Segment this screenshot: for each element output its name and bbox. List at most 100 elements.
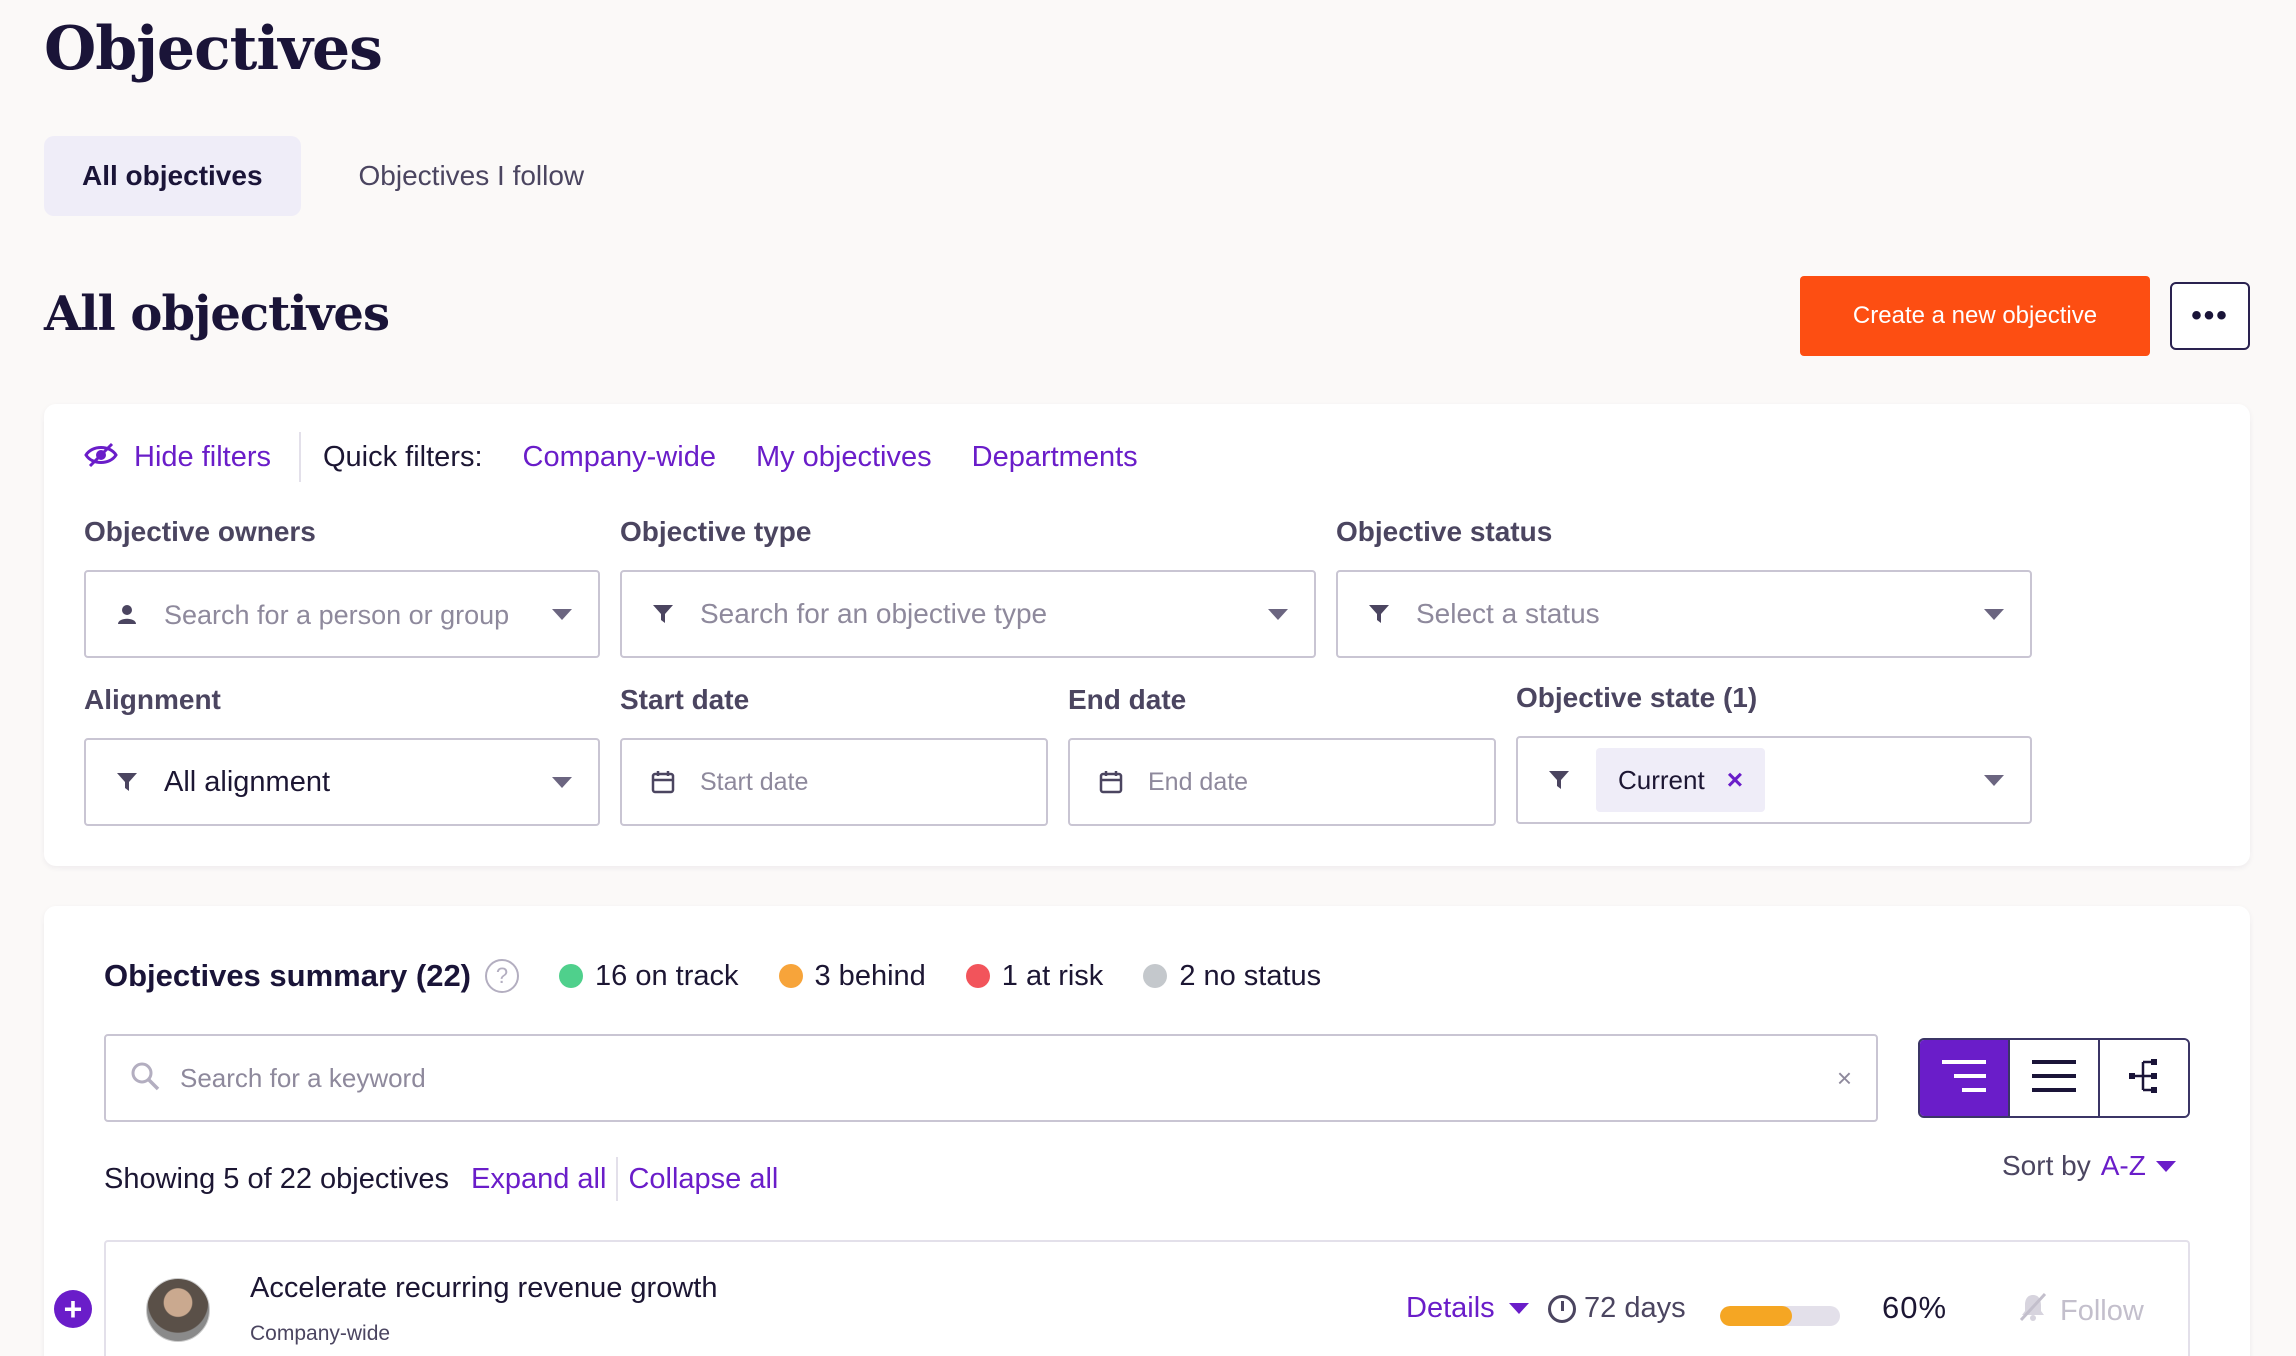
objective-state-label: Objective state (1): [1516, 682, 1758, 713]
showing-row: Showing 5 of 22 objectives Expand all Co…: [104, 1154, 778, 1204]
stat-behind: 3 behind: [778, 959, 926, 993]
tree-view-button[interactable]: [1920, 1040, 2010, 1116]
divider: [616, 1157, 619, 1201]
sort-control[interactable]: Sort by A-Z: [2002, 1150, 2176, 1182]
quick-filters-row: Hide filters Quick filters: Company-wide…: [84, 432, 1178, 482]
stat-label: 3 behind: [814, 959, 926, 992]
create-objective-button[interactable]: Create a new objective: [1800, 276, 2150, 356]
objective-owners-select[interactable]: Search for a person or group: [84, 570, 600, 658]
quick-filter-my-objectives[interactable]: My objectives: [756, 441, 932, 474]
hide-filters-button[interactable]: Hide filters: [84, 432, 301, 482]
alignment-value: All alignment: [164, 765, 331, 798]
stat-label: 1 at risk: [1001, 959, 1104, 992]
objective-row[interactable]: Accelerate recurring revenue growth Comp…: [104, 1240, 2190, 1356]
end-date-placeholder: End date: [1148, 768, 1249, 796]
search-placeholder: Search for a keyword: [180, 1062, 426, 1093]
view-toggle-group: [1918, 1038, 2190, 1118]
summary-title: Objectives summary (22): [104, 958, 472, 993]
objective-title[interactable]: Accelerate recurring revenue growth: [250, 1272, 717, 1305]
tab-bar: All objectives Objectives I follow: [44, 136, 622, 216]
objective-owners-placeholder: Search for a person or group: [164, 600, 510, 630]
days-remaining: 72 days: [1548, 1292, 1686, 1325]
showing-count: Showing 5 of 22 objectives: [104, 1162, 449, 1195]
hierarchy-view-button[interactable]: [2100, 1040, 2188, 1116]
progress-fill: [1720, 1306, 1792, 1326]
hierarchy-view-icon: [2127, 1056, 2161, 1101]
objective-owners-label: Objective owners: [84, 516, 316, 547]
help-icon[interactable]: ?: [485, 959, 520, 993]
start-date-label: Start date: [620, 684, 750, 715]
tree-view-icon: [1940, 1056, 1988, 1101]
search-icon: [130, 1061, 160, 1096]
end-date-label: End date: [1068, 684, 1187, 715]
page-title: Objectives: [44, 14, 383, 84]
calendar-icon: [1096, 770, 1126, 794]
filter-icon: [1364, 603, 1394, 625]
list-view-button[interactable]: [2010, 1040, 2100, 1116]
objective-subtitle: Company-wide: [250, 1322, 391, 1345]
bell-slash-icon: [2018, 1292, 2048, 1330]
remove-chip-icon[interactable]: ×: [1727, 764, 1743, 796]
list-view-icon: [2030, 1056, 2078, 1101]
state-chip-label: Current: [1618, 764, 1705, 795]
progress-percent: 60%: [1882, 1290, 1948, 1325]
objective-type-select[interactable]: Search for an objective type: [620, 570, 1316, 658]
stat-label: 2 no status: [1179, 959, 1322, 992]
expand-row-button[interactable]: +: [54, 1290, 92, 1328]
objective-status-label: Objective status: [1336, 516, 1553, 547]
stat-on-track: 16 on track: [559, 959, 739, 993]
expand-all-link[interactable]: Expand all: [471, 1163, 606, 1196]
objective-status-select[interactable]: Select a status: [1336, 570, 2032, 658]
end-date-field[interactable]: End date: [1068, 738, 1496, 826]
stat-no-status: 2 no status: [1143, 960, 1321, 993]
hide-filters-label: Hide filters: [134, 440, 271, 473]
tab-all-objectives[interactable]: All objectives: [44, 136, 301, 216]
chevron-down-icon: [552, 776, 572, 788]
chevron-down-icon: [1268, 608, 1288, 620]
sort-value: A-Z: [2100, 1150, 2146, 1181]
objective-status-placeholder: Select a status: [1416, 598, 1600, 629]
chevron-down-icon: [1508, 1303, 1529, 1314]
quick-filter-departments[interactable]: Departments: [972, 441, 1138, 474]
section-title: All objectives: [44, 286, 390, 342]
keyword-search-input[interactable]: Search for a keyword ×: [104, 1034, 1878, 1122]
days-label: 72 days: [1584, 1292, 1686, 1324]
tab-objectives-i-follow[interactable]: Objectives I follow: [321, 136, 623, 216]
eye-slash-icon: [84, 442, 118, 473]
objective-state-select[interactable]: Current ×: [1516, 736, 2032, 824]
clock-icon: [1548, 1294, 1576, 1323]
chevron-down-icon: [552, 608, 572, 620]
summary-header: Objectives summary (22) ? 16 on track 3 …: [104, 948, 1361, 1004]
avatar: [146, 1278, 210, 1342]
details-dropdown[interactable]: Details: [1406, 1292, 1529, 1325]
objective-type-placeholder: Search for an objective type: [700, 598, 1048, 629]
status-dot-icon: [965, 964, 990, 988]
start-date-placeholder: Start date: [700, 768, 809, 796]
more-options-button[interactable]: •••: [2170, 282, 2250, 350]
progress-bar: [1720, 1306, 1840, 1326]
stat-at-risk: 1 at risk: [965, 959, 1104, 993]
alignment-label: Alignment: [84, 684, 221, 715]
objective-type-label: Objective type: [620, 516, 812, 547]
chevron-down-icon: [1984, 608, 2004, 620]
follow-button[interactable]: Follow: [2018, 1292, 2144, 1330]
filter-icon: [648, 603, 678, 625]
follow-label: Follow: [2060, 1294, 2144, 1327]
status-dot-icon: [1143, 964, 1168, 988]
sort-label: Sort by: [2002, 1150, 2091, 1181]
collapse-all-link[interactable]: Collapse all: [628, 1163, 778, 1196]
details-label: Details: [1406, 1292, 1495, 1324]
filter-icon: [1544, 769, 1574, 791]
user-icon: [112, 603, 142, 625]
quick-filters-label: Quick filters:: [323, 440, 483, 473]
status-dot-icon: [778, 964, 803, 988]
start-date-field[interactable]: Start date: [620, 738, 1048, 826]
filters-panel: Hide filters Quick filters: Company-wide…: [44, 404, 2250, 866]
filter-icon: [112, 771, 142, 793]
calendar-icon: [648, 770, 678, 794]
clear-search-icon[interactable]: ×: [1837, 1063, 1852, 1094]
status-dot-icon: [559, 964, 584, 988]
alignment-select[interactable]: All alignment: [84, 738, 600, 826]
stat-label: 16 on track: [595, 959, 739, 992]
quick-filter-company-wide[interactable]: Company-wide: [523, 441, 716, 474]
